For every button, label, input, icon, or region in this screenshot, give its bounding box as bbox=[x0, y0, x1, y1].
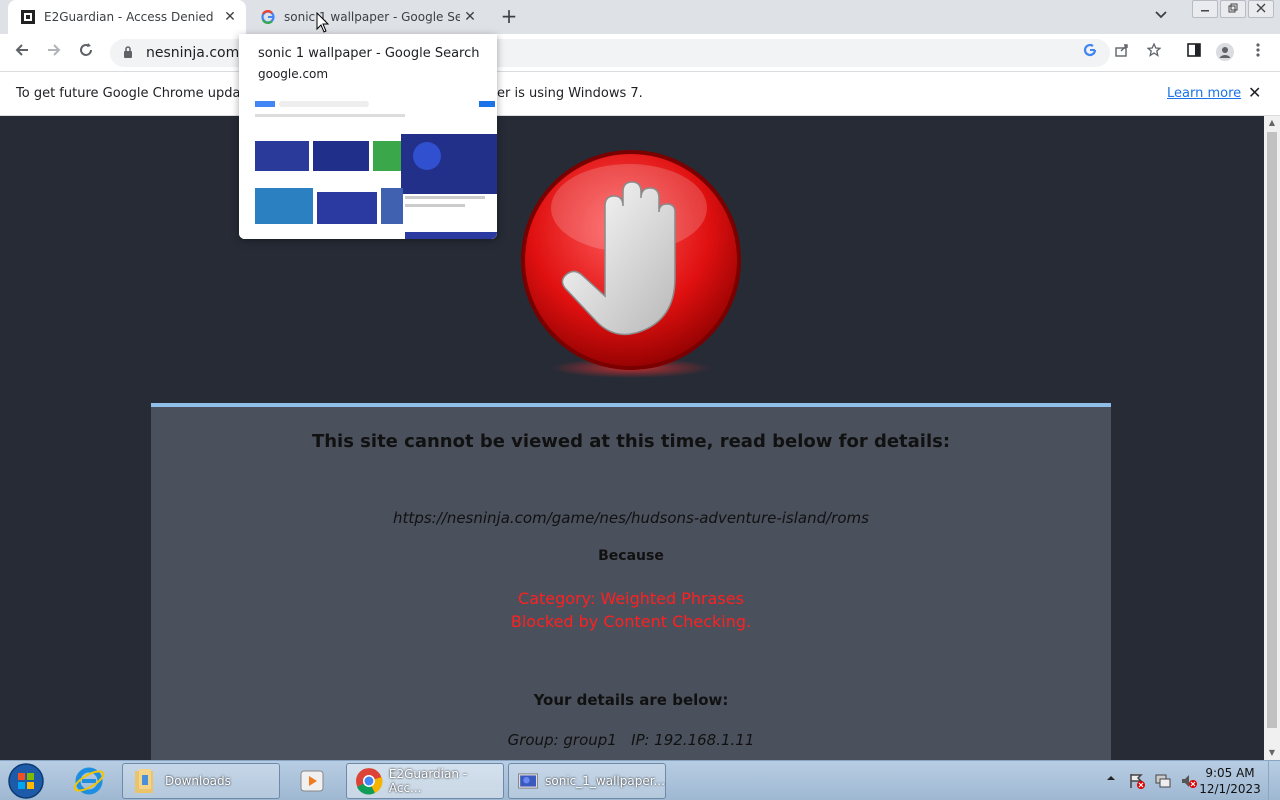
page-scrollbar[interactable]: ▲ ▼ bbox=[1264, 116, 1280, 760]
taskbar-item-label: Downloads bbox=[165, 774, 231, 788]
scroll-down-icon[interactable]: ▼ bbox=[1264, 746, 1280, 760]
reason-text: Blocked by Content Checking. bbox=[510, 612, 752, 631]
block-heading: This site cannot be viewed at this time,… bbox=[311, 431, 951, 452]
blocked-page: This site cannot be viewed at this time,… bbox=[0, 116, 1264, 760]
taskbar-item-label: sonic_1_wallpaper... bbox=[545, 774, 665, 788]
tab-title: sonic 1 wallpaper - Google Search bbox=[284, 10, 460, 24]
tab-title: E2Guardian - Access Denied bbox=[44, 10, 214, 24]
tab-strip: E2Guardian - Access Denied ✕ sonic 1 wal… bbox=[0, 0, 1280, 34]
tab-google-search[interactable]: sonic 1 wallpaper - Google Search ✕ bbox=[248, 0, 486, 34]
infobar-message: To get future Google Chrome updates, bbox=[16, 86, 265, 101]
system-clock[interactable]: 9:05 AM 12/1/2023 bbox=[1198, 765, 1262, 797]
hover-card-title: sonic 1 wallpaper - Google Search bbox=[258, 46, 480, 61]
back-icon[interactable] bbox=[10, 41, 34, 65]
group-ip-info: Group: group1 IP: 192.168.1.11 bbox=[507, 731, 755, 749]
taskbar-item-chrome[interactable]: E2Guardian - Acc... bbox=[346, 763, 504, 799]
lock-icon[interactable] bbox=[120, 45, 136, 61]
tab-close-icon[interactable]: ✕ bbox=[460, 7, 480, 27]
show-hidden-icons-icon[interactable] bbox=[1101, 772, 1121, 790]
blocked-url: https://nesninja.com/game/nes/hudsons-ad… bbox=[393, 509, 869, 527]
tab-preview-thumbnail bbox=[239, 96, 497, 239]
clock-date: 12/1/2023 bbox=[1199, 782, 1261, 796]
image-viewer-icon bbox=[518, 773, 538, 789]
tab-e2guardian[interactable]: E2Guardian - Access Denied ✕ bbox=[8, 0, 246, 34]
scroll-thumb[interactable] bbox=[1267, 132, 1277, 728]
forward-icon[interactable] bbox=[42, 41, 66, 65]
share-icon[interactable] bbox=[1112, 43, 1132, 63]
tab-close-icon[interactable]: ✕ bbox=[220, 7, 240, 27]
show-desktop-button[interactable] bbox=[1268, 761, 1280, 800]
new-tab-button[interactable]: + bbox=[498, 6, 520, 28]
restore-icon[interactable] bbox=[1220, 0, 1246, 18]
google-icon bbox=[260, 9, 276, 25]
close-window-icon[interactable] bbox=[1248, 0, 1274, 18]
e2guardian-icon bbox=[20, 9, 36, 25]
mouse-cursor-icon bbox=[316, 12, 330, 33]
because-label: Because bbox=[598, 548, 664, 564]
reload-icon[interactable] bbox=[74, 41, 98, 65]
taskbar-item-image-viewer[interactable]: sonic_1_wallpaper... bbox=[508, 763, 666, 799]
hover-card-domain: google.com bbox=[258, 67, 329, 81]
details-heading: Your details are below: bbox=[533, 691, 729, 709]
google-lens-icon[interactable] bbox=[1080, 43, 1100, 63]
learn-more-link[interactable]: Learn more bbox=[1167, 86, 1241, 101]
network-icon[interactable] bbox=[1153, 772, 1173, 790]
taskbar-item-label: E2Guardian - Acc... bbox=[388, 767, 468, 795]
action-center-icon[interactable] bbox=[1127, 772, 1147, 790]
stop-hand-icon bbox=[521, 150, 741, 378]
browser-toolbar: nesninja.com/ga bbox=[0, 34, 1280, 72]
infobar-close-icon[interactable]: ✕ bbox=[1248, 83, 1261, 102]
block-reason: Category: Weighted Phrases Blocked by Co… bbox=[151, 587, 1111, 633]
system-tray bbox=[1098, 761, 1202, 800]
scroll-up-icon[interactable]: ▲ bbox=[1264, 116, 1280, 130]
internet-explorer-icon[interactable] bbox=[72, 765, 106, 797]
minimize-icon[interactable] bbox=[1192, 0, 1218, 18]
windows-taskbar: Downloads E2Guardian - Acc... sonic_1_wa… bbox=[0, 760, 1280, 800]
menu-kebab-icon[interactable] bbox=[1248, 43, 1268, 63]
infobar-message-end: er is using Windows 7. bbox=[497, 86, 643, 101]
category-text: Category: Weighted Phrases bbox=[518, 589, 744, 608]
details-panel: This site cannot be viewed at this time,… bbox=[151, 403, 1111, 760]
folder-icon bbox=[135, 769, 153, 793]
profile-avatar-icon[interactable] bbox=[1215, 43, 1235, 63]
side-panel-icon[interactable] bbox=[1184, 43, 1204, 63]
tab-hover-card: sonic 1 wallpaper - Google Search google… bbox=[239, 34, 497, 239]
clock-time: 9:05 AM bbox=[1205, 766, 1255, 780]
volume-muted-icon[interactable] bbox=[1179, 772, 1199, 790]
taskbar-item-downloads[interactable]: Downloads bbox=[122, 763, 280, 799]
windows-start-icon[interactable] bbox=[4, 761, 48, 800]
bookmark-star-icon[interactable] bbox=[1144, 42, 1164, 63]
update-infobar: To get future Google Chrome updates, er … bbox=[0, 72, 1280, 116]
tab-search-icon[interactable] bbox=[1152, 8, 1170, 26]
media-player-icon[interactable] bbox=[298, 767, 326, 795]
chrome-icon bbox=[355, 768, 383, 795]
